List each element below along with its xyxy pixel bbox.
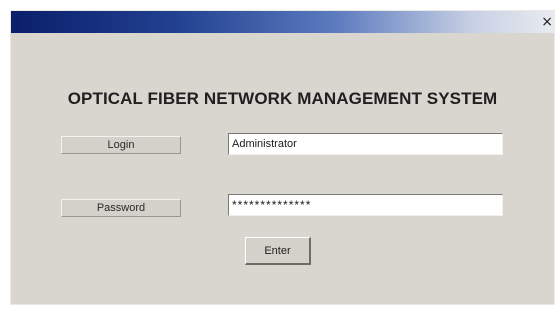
login-input[interactable] (228, 133, 503, 155)
login-dialog-window: × OPTICAL FIBER NETWORK MANAGEMENT SYSTE… (10, 10, 555, 305)
title-bar[interactable]: × (11, 11, 554, 33)
app-title: OPTICAL FIBER NETWORK MANAGEMENT SYSTEM (67, 89, 498, 108)
login-label: Login (61, 136, 181, 154)
close-icon[interactable]: × (541, 15, 553, 29)
password-input[interactable] (228, 194, 503, 216)
enter-button[interactable]: Enter (245, 237, 311, 265)
password-label: Password (61, 199, 181, 217)
